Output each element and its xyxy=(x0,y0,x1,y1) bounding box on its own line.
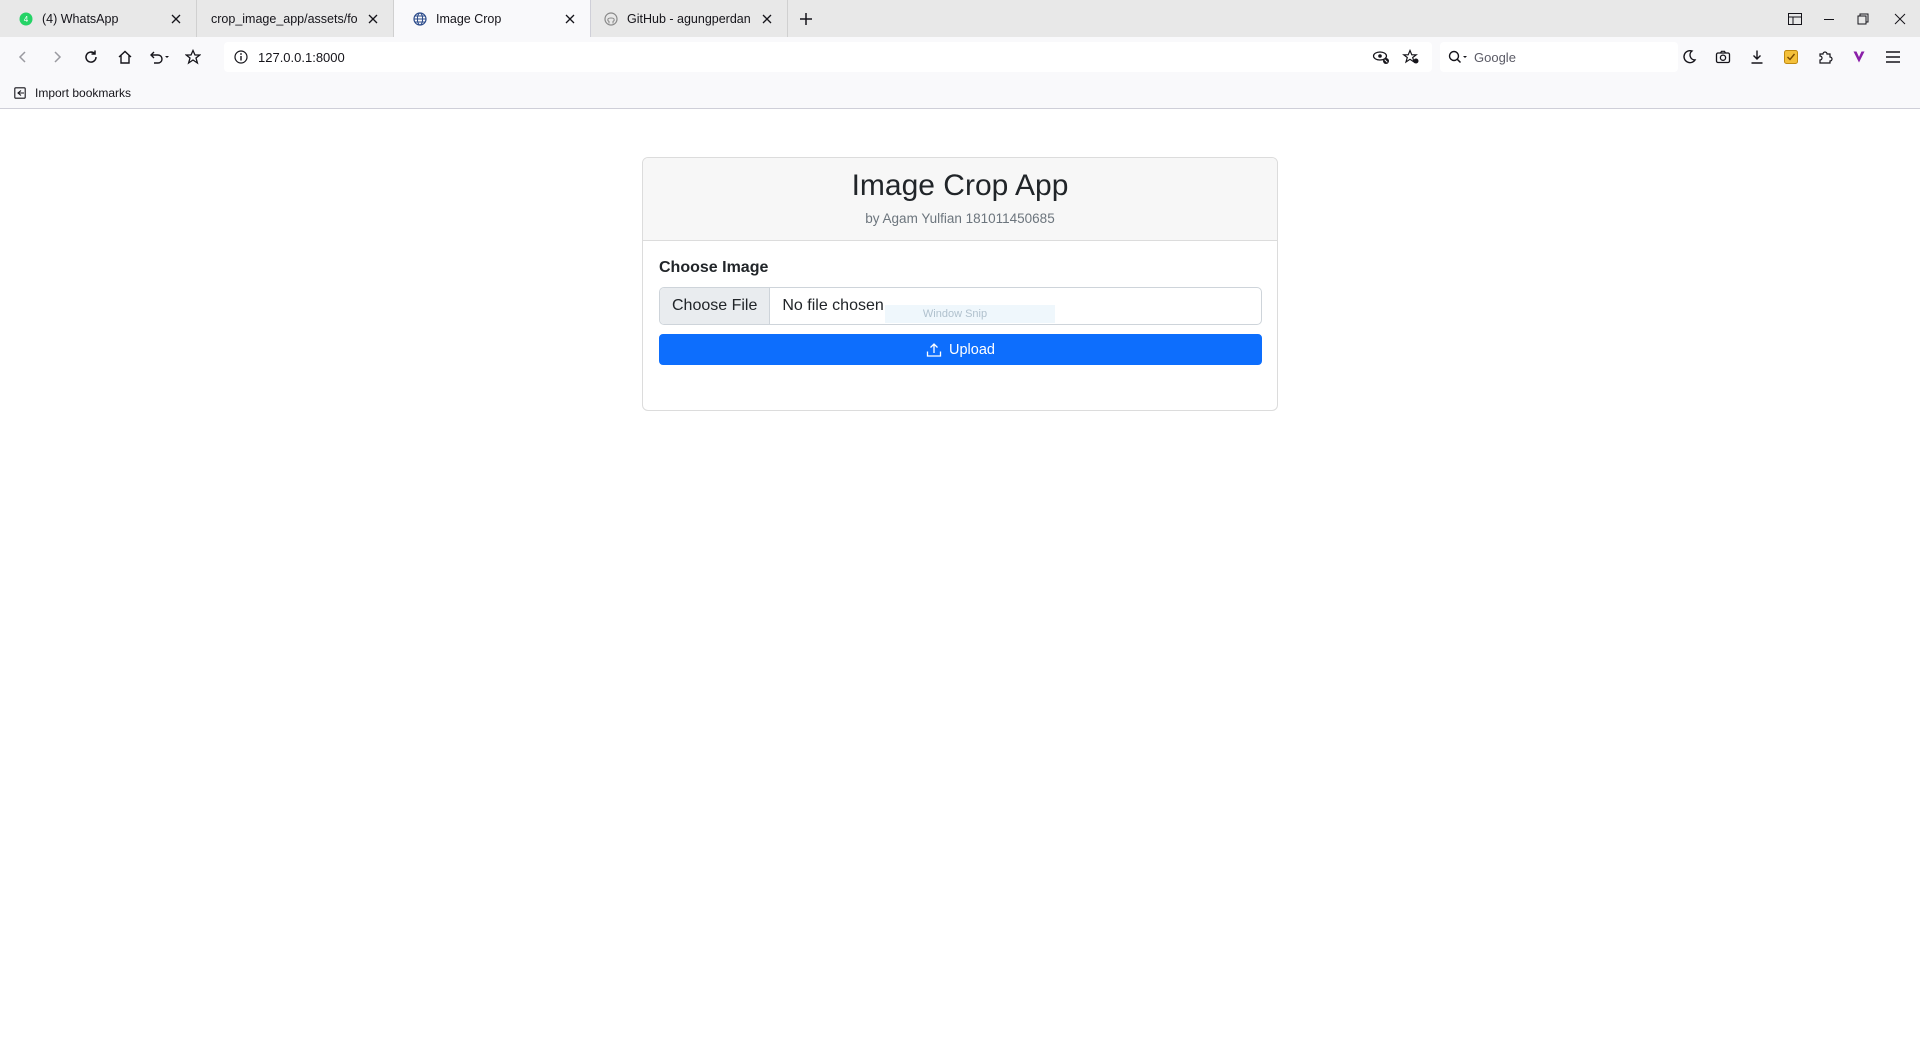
extensions-menu-button[interactable] xyxy=(1808,41,1842,73)
globe-icon xyxy=(412,11,428,27)
tab-crop-image-form[interactable]: crop_image_app/assets/form. xyxy=(197,0,394,37)
tab-title: Image Crop xyxy=(436,11,502,26)
window-snip-overlay: Window Snip xyxy=(885,305,1055,323)
extension-badge-icon xyxy=(1784,50,1798,64)
github-icon xyxy=(603,11,619,27)
info-icon[interactable] xyxy=(234,50,248,64)
hamburger-menu-icon xyxy=(1886,51,1900,63)
bookmarks-toolbar: Import bookmarks xyxy=(0,77,1920,109)
window-close-button[interactable] xyxy=(1880,0,1920,37)
upload-card: Image Crop App by Agam Yulfian 181011450… xyxy=(642,157,1278,411)
close-icon[interactable] xyxy=(759,11,775,27)
search-bar[interactable]: Google xyxy=(1440,42,1678,72)
import-bookmarks-link[interactable]: Import bookmarks xyxy=(14,86,131,100)
upload-icon xyxy=(926,342,942,358)
v-extension-button[interactable] xyxy=(1842,41,1876,73)
upload-button[interactable]: Upload xyxy=(659,334,1262,365)
page-title: Image Crop App xyxy=(851,169,1069,202)
whatsapp-icon: 4 xyxy=(18,11,34,27)
restore-button[interactable] xyxy=(1846,0,1880,37)
page-viewport: Image Crop App by Agam Yulfian 181011450… xyxy=(0,110,1920,1050)
file-status-text: No file chosen xyxy=(782,297,884,314)
file-input[interactable]: Choose File No file chosen Window Snip xyxy=(659,287,1262,325)
tab-image-crop[interactable]: Image Crop xyxy=(394,0,591,37)
close-icon[interactable] xyxy=(562,11,578,27)
tab-title: GitHub - agungperdana xyxy=(627,11,751,26)
close-icon[interactable] xyxy=(168,11,184,27)
import-icon xyxy=(14,86,26,99)
url-text[interactable]: 127.0.0.1:8000 xyxy=(258,50,345,65)
minimize-icon xyxy=(1824,18,1834,20)
svg-text:4: 4 xyxy=(24,15,29,24)
undo-close-tab-button[interactable] xyxy=(142,41,176,73)
arrow-left-icon xyxy=(18,51,26,63)
downloads-button[interactable] xyxy=(1740,41,1774,73)
search-icon[interactable] xyxy=(1448,50,1468,64)
window-controls xyxy=(1778,0,1920,37)
close-icon[interactable] xyxy=(365,11,381,27)
screenshot-button[interactable] xyxy=(1706,41,1740,73)
upload-label: Upload xyxy=(949,341,995,358)
tab-strip: 4 (4) WhatsApp crop_image_app/assets/for… xyxy=(0,0,1920,37)
minimize-button[interactable] xyxy=(1812,0,1846,37)
reload-icon xyxy=(85,50,97,63)
list-all-tabs-button[interactable] xyxy=(1778,0,1812,37)
home-icon xyxy=(118,50,132,64)
tab-title: (4) WhatsApp xyxy=(42,11,119,26)
puzzle-icon xyxy=(1819,51,1833,64)
toolbar-extensions xyxy=(1672,41,1910,73)
address-bar[interactable]: 127.0.0.1:8000 xyxy=(224,42,1432,72)
close-icon xyxy=(1894,13,1906,24)
dark-mode-button[interactable] xyxy=(1672,41,1706,73)
restore-icon xyxy=(1857,13,1869,24)
author-subtitle: by Agam Yulfian 181011450685 xyxy=(865,211,1055,226)
tab-whatsapp[interactable]: 4 (4) WhatsApp xyxy=(0,0,197,37)
card-body: Choose Image Choose File No file chosen … xyxy=(643,241,1277,365)
back-button[interactable] xyxy=(6,41,40,73)
forward-button[interactable] xyxy=(40,41,74,73)
reload-button[interactable] xyxy=(74,41,108,73)
choose-image-label: Choose Image xyxy=(659,259,769,276)
tracking-protection-button[interactable] xyxy=(1366,46,1396,68)
download-icon xyxy=(1751,50,1763,64)
moon-icon xyxy=(1683,49,1697,64)
extension-button[interactable] xyxy=(1774,41,1808,73)
sidebar-icon xyxy=(1788,12,1802,25)
bookmark-label: Import bookmarks xyxy=(35,85,132,100)
eye-block-icon xyxy=(1372,51,1389,64)
navigation-toolbar: 127.0.0.1:8000 Google xyxy=(0,37,1920,77)
undo-icon xyxy=(150,51,169,64)
home-button[interactable] xyxy=(108,41,142,73)
arrow-right-icon xyxy=(54,51,62,63)
tab-github[interactable]: GitHub - agungperdana xyxy=(591,0,788,37)
choose-file-button[interactable]: Choose File xyxy=(660,288,771,324)
page-bookmark-button[interactable] xyxy=(1396,46,1426,68)
star-settings-icon xyxy=(1402,49,1419,64)
tab-title: crop_image_app/assets/form. xyxy=(211,11,357,26)
search-input[interactable]: Google xyxy=(1474,50,1516,65)
bookmark-star-button[interactable] xyxy=(176,41,210,73)
plus-icon xyxy=(800,12,812,25)
new-tab-button[interactable] xyxy=(788,0,824,37)
v-logo-icon xyxy=(1853,51,1865,63)
app-menu-button[interactable] xyxy=(1876,41,1910,73)
camera-icon xyxy=(1715,50,1731,64)
card-header: Image Crop App by Agam Yulfian 181011450… xyxy=(643,158,1277,241)
star-icon xyxy=(185,49,201,65)
